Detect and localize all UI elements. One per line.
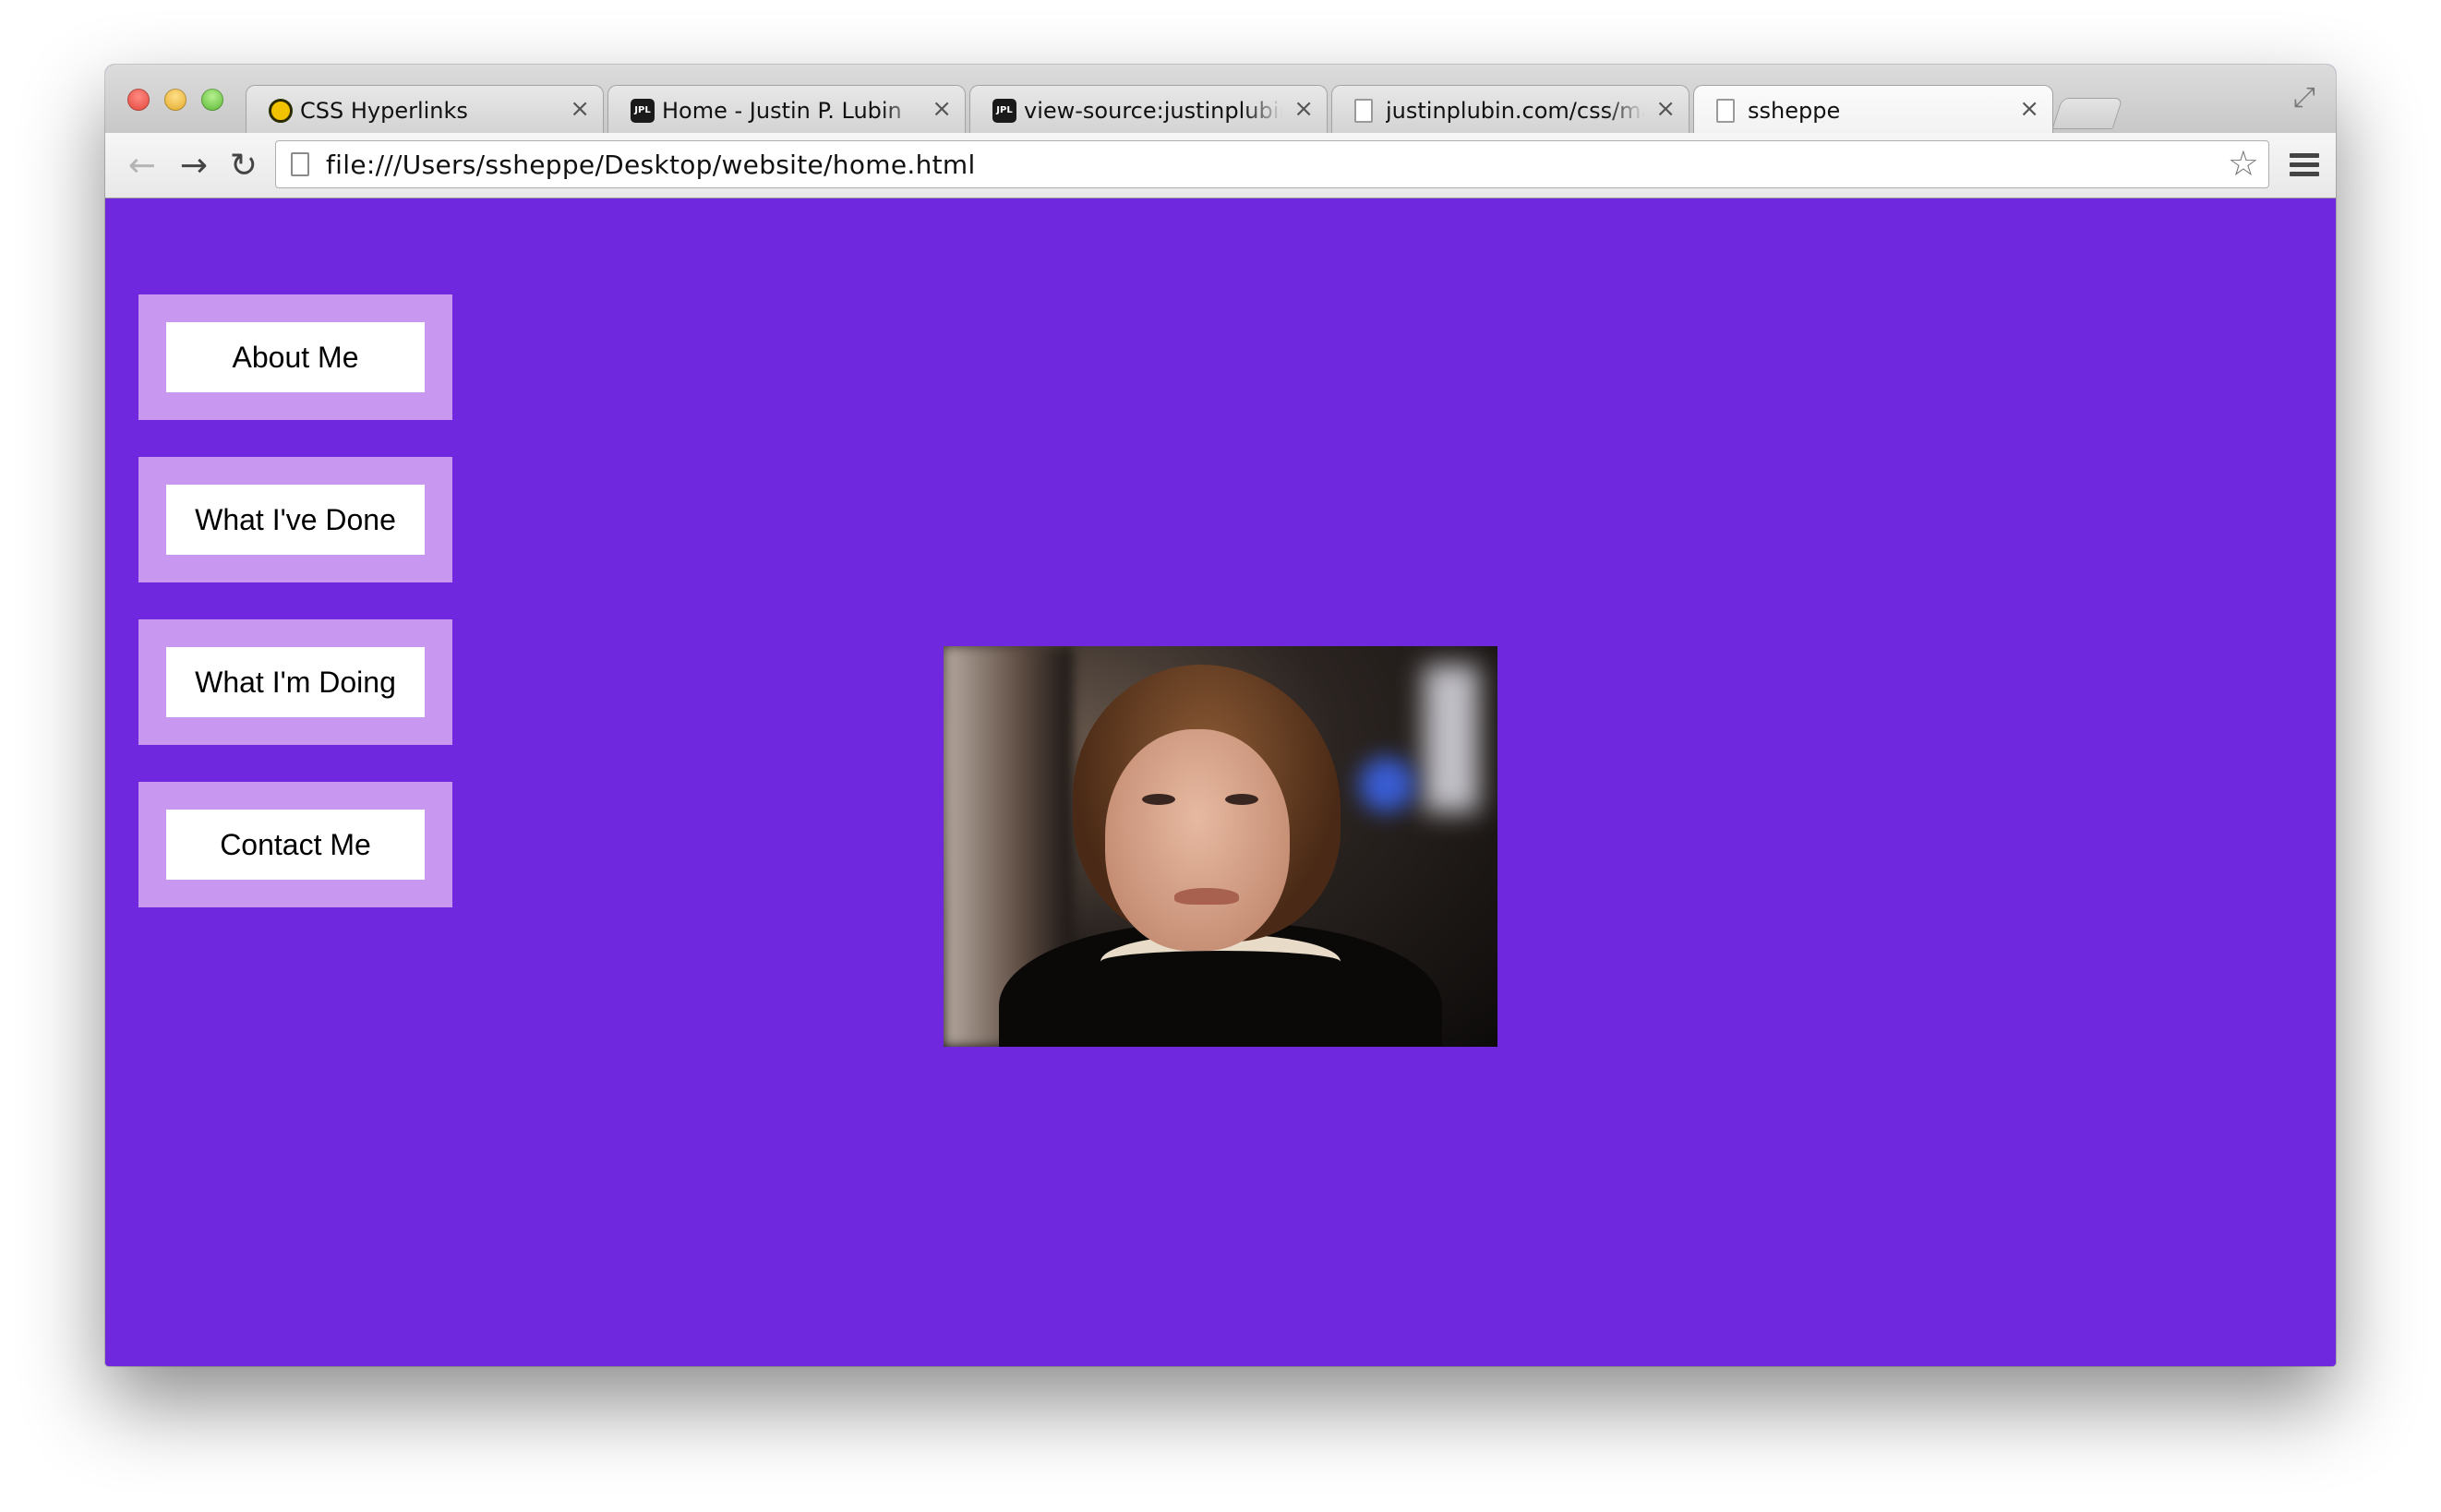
nav-link-about-me[interactable]: About Me [166,322,425,392]
nav-link-contact-me[interactable]: Contact Me [166,810,425,880]
page-icon [1354,99,1373,123]
minimize-window-icon[interactable] [164,89,186,111]
close-icon[interactable]: × [1293,95,1314,123]
tab-title: Home - Justin P. Lubin [662,98,902,124]
browser-window: CSS Hyperlinks × JPL Home - Justin P. Lu… [105,65,2336,1366]
nav-link-what-im-doing[interactable]: What I'm Doing [166,647,425,717]
close-icon[interactable]: × [570,95,590,123]
zoom-window-icon[interactable] [201,89,223,111]
center-photo [944,646,1497,1047]
close-icon[interactable]: × [2019,95,2039,123]
tab-title: ssheppe [1748,98,1841,124]
page-content: About Me What I've Done What I'm Doing C… [105,198,2336,1366]
tab-home-justin-lubin[interactable]: JPL Home - Justin P. Lubin × [607,85,966,133]
tab-title: CSS Hyperlinks [300,98,468,124]
nav-card: What I'm Doing [138,619,452,745]
tab-css-hyperlinks[interactable]: CSS Hyperlinks × [246,85,604,133]
page-icon [291,152,309,176]
address-url[interactable]: file:///Users/ssheppe/Desktop/website/ho… [326,150,976,180]
back-icon[interactable]: ← [124,148,161,185]
nav-card: What I've Done [138,457,452,582]
nav-card: About Me [138,294,452,420]
fullscreen-icon[interactable]: ⤢ [2290,83,2319,113]
tab-view-source[interactable]: JPL view-source:justinplubin.com × [969,85,1328,133]
jpl-icon: JPL [631,99,655,123]
tab-title: justinplubin.com/css/main.css [1386,98,1644,124]
menu-icon[interactable] [2290,153,2319,177]
browser-toolbar: ← → ↻ file:///Users/ssheppe/Desktop/webs… [105,133,2336,198]
nav-link-what-ive-done[interactable]: What I've Done [166,485,425,555]
close-icon[interactable]: × [1655,95,1676,123]
tab-ssheppe[interactable]: ssheppe × [1693,85,2053,134]
tab-strip: CSS Hyperlinks × JPL Home - Justin P. Lu… [105,65,2336,134]
nav-card: Contact Me [138,782,452,907]
page-icon [1716,99,1735,123]
jpl-icon: JPL [992,99,1016,123]
new-tab-button[interactable] [2051,98,2123,129]
close-window-icon[interactable] [127,89,150,111]
bookmark-star-icon[interactable]: ☆ [2228,145,2259,184]
reload-icon[interactable]: ↻ [225,148,262,185]
q-circle-icon [269,99,293,123]
tab-main-css[interactable]: justinplubin.com/css/main.css × [1331,85,1689,133]
close-icon[interactable]: × [932,95,952,123]
tab-title: view-source:justinplubin.com [1024,98,1282,124]
forward-icon[interactable]: → [175,148,212,185]
address-bar[interactable]: file:///Users/ssheppe/Desktop/website/ho… [275,140,2269,188]
